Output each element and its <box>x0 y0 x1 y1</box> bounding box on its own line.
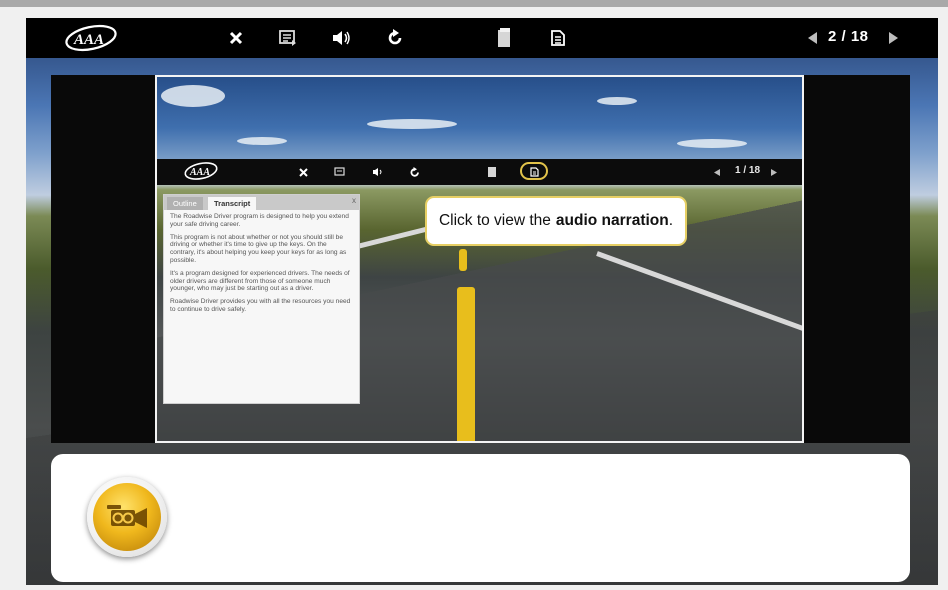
callout-bold-text: audio narration <box>555 212 669 229</box>
transcript-menu-icon[interactable] <box>276 26 300 50</box>
notes-icon <box>485 164 499 180</box>
replay-icon <box>407 164 421 180</box>
next-arrow-icon <box>768 164 780 180</box>
callout-text: Click to view the <box>438 212 551 229</box>
panel-close-icon[interactable]: x <box>352 196 356 205</box>
inner-page-indicator: 1 / 18 <box>735 165 761 176</box>
inner-toolbar: AAA 1 / 18 <box>157 159 802 185</box>
bottom-content-panel <box>51 454 910 582</box>
transcript-text: The Roadwise Driver program is designed … <box>164 210 359 322</box>
svg-text:AAA: AAA <box>73 32 104 48</box>
prev-arrow-icon[interactable] <box>802 26 822 50</box>
main-toolbar: AAA 2 / 18 <box>26 18 938 58</box>
notes-icon[interactable] <box>492 26 516 50</box>
close-icon[interactable] <box>224 26 248 50</box>
transcript-paragraph: This program is not about whether or not… <box>170 233 347 264</box>
transcript-menu-icon <box>333 164 347 180</box>
transcript-panel-tabs: Outline Transcript x <box>164 195 359 210</box>
top-border <box>0 0 948 7</box>
callout-suffix: . <box>668 212 674 229</box>
audio-narration-callout: Click to view the audio narration . <box>425 196 687 246</box>
transcript-paragraph: It's a program designed for experienced … <box>170 269 350 293</box>
aaa-logo: AAA <box>183 161 219 186</box>
video-camera-icon <box>93 483 161 551</box>
document-icon[interactable] <box>546 26 570 50</box>
video-button[interactable] <box>87 477 167 557</box>
slide-image: AAA 1 / 18 Outline Transcript x The Road… <box>155 75 804 443</box>
next-arrow-icon[interactable] <box>884 26 904 50</box>
close-icon <box>297 164 309 180</box>
tab-outline[interactable]: Outline <box>167 197 203 210</box>
prev-arrow-icon <box>711 164 723 180</box>
transcript-panel: Outline Transcript x The Roadwise Driver… <box>163 194 360 404</box>
tab-transcript[interactable]: Transcript <box>208 197 257 210</box>
svg-text:AAA: AAA <box>189 167 210 178</box>
player-frame: AAA 2 / 18 AAA 1 / 18 Outline Transcript… <box>26 18 938 585</box>
aaa-logo: AAA <box>64 24 118 52</box>
transcript-paragraph: The Roadwise Driver program is designed … <box>170 213 349 228</box>
document-icon[interactable] <box>527 164 541 180</box>
volume-icon[interactable] <box>330 26 354 50</box>
transcript-paragraph: Roadwise Driver provides you with all th… <box>170 298 351 313</box>
page-indicator: 2 / 18 <box>828 28 869 45</box>
volume-icon <box>371 164 385 180</box>
replay-icon[interactable] <box>383 26 407 50</box>
